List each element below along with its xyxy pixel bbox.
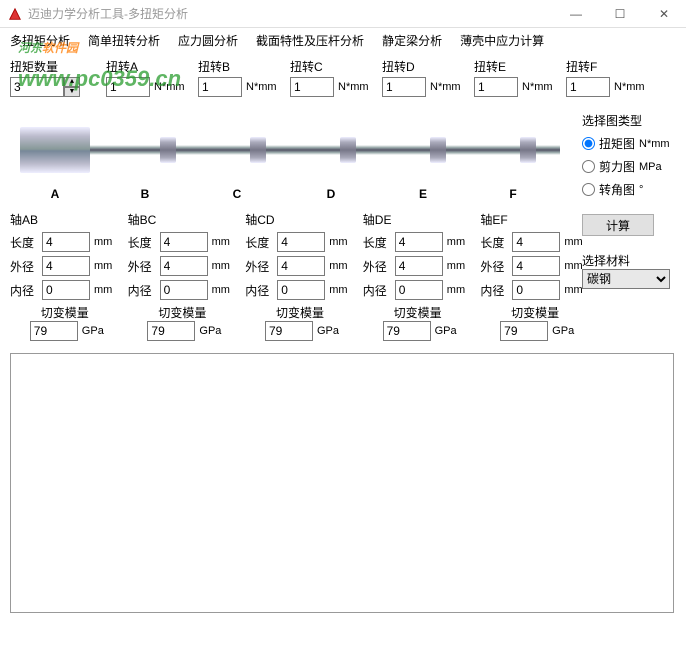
collar-icon xyxy=(340,137,356,163)
material-label: 选择材料 xyxy=(582,252,672,269)
menu-stress-circle[interactable]: 应力圆分析 xyxy=(178,32,238,49)
torque-label: 扭转A xyxy=(106,58,188,75)
segment-name: 轴DE xyxy=(363,211,473,228)
torque-label: 扭转D xyxy=(382,58,464,75)
torque-input-1[interactable] xyxy=(198,77,242,97)
torque-count-label: 扭矩数量 xyxy=(10,58,96,75)
seg-length-input[interactable] xyxy=(277,232,325,252)
segment-name: 轴EF xyxy=(480,211,590,228)
menu-static-beam[interactable]: 静定梁分析 xyxy=(382,32,442,49)
torque-label: 扭转B xyxy=(198,58,280,75)
unit-label: N*mm xyxy=(522,81,553,93)
unit-label: N*mm xyxy=(614,81,645,93)
torque-input-2[interactable] xyxy=(290,77,334,97)
minimize-button[interactable]: — xyxy=(554,0,598,28)
spin-down-icon[interactable]: ▼ xyxy=(64,87,80,97)
chart-type-option[interactable]: 剪力图 MPa xyxy=(582,158,672,175)
seg-id-input[interactable] xyxy=(277,280,325,300)
menu-thin-shell[interactable]: 薄壳中应力计算 xyxy=(460,32,544,49)
material-select[interactable]: 碳钢 xyxy=(582,269,670,289)
segment-group: 轴CD 长度mm 外径mm 内径mm 切变模量 GPa xyxy=(245,211,355,345)
material-panel: 选择材料 碳钢 xyxy=(582,252,672,289)
seg-id-input[interactable] xyxy=(160,280,208,300)
maximize-button[interactable]: ☐ xyxy=(598,0,642,28)
seg-od-input[interactable] xyxy=(42,256,90,276)
seg-shear-input[interactable] xyxy=(383,321,431,341)
chuck-icon xyxy=(20,127,90,173)
seg-id-input[interactable] xyxy=(42,280,90,300)
result-plot xyxy=(10,353,674,613)
collar-icon xyxy=(250,137,266,163)
radio-input[interactable] xyxy=(582,160,595,173)
unit-label: N*mm xyxy=(338,81,369,93)
segment-group: 轴DE 长度mm 外径mm 内径mm 切变模量 GPa xyxy=(363,211,473,345)
seg-shear-input[interactable] xyxy=(265,321,313,341)
calculate-button[interactable]: 计算 xyxy=(582,214,654,236)
collar-icon xyxy=(430,137,446,163)
shear-label: 切变模量 xyxy=(128,304,238,321)
app-icon xyxy=(8,7,22,21)
seg-length-input[interactable] xyxy=(160,232,208,252)
segment-name: 轴AB xyxy=(10,211,120,228)
shear-label: 切变模量 xyxy=(10,304,120,321)
seg-length-input[interactable] xyxy=(42,232,90,252)
seg-length-input[interactable] xyxy=(395,232,443,252)
torque-label: 扭转F xyxy=(566,58,648,75)
chart-type-option[interactable]: 转角图 ° xyxy=(582,181,672,198)
chart-type-option[interactable]: 扭矩图 N*mm xyxy=(582,135,672,152)
seg-shear-input[interactable] xyxy=(30,321,78,341)
segment-name: 轴CD xyxy=(245,211,355,228)
segment-group: 轴EF 长度mm 外径mm 内径mm 切变模量 GPa xyxy=(480,211,590,345)
spin-up-icon[interactable]: ▲ xyxy=(64,77,80,87)
chart-type-panel: 选择图类型 扭矩图 N*mm 剪力图 MPa 转角图 ° 计算 xyxy=(582,112,672,236)
titlebar: 迈迪力学分析工具-多扭矩分析 — ☐ ✕ xyxy=(0,0,686,28)
radio-input[interactable] xyxy=(582,183,595,196)
chart-type-title: 选择图类型 xyxy=(582,112,672,129)
segment-group: 轴AB 长度mm 外径mm 内径mm 切变模量 GPa xyxy=(10,211,120,345)
shaft-diagram xyxy=(10,115,570,185)
menubar: 多扭矩分析 简单扭转分析 应力圆分析 截面特性及压杆分析 静定梁分析 薄壳中应力… xyxy=(0,28,686,52)
seg-od-input[interactable] xyxy=(512,256,560,276)
shear-label: 切变模量 xyxy=(480,304,590,321)
collar-icon xyxy=(160,137,176,163)
section-letters: A B C D E F xyxy=(10,187,570,201)
unit-label: N*mm xyxy=(154,81,185,93)
torque-input-3[interactable] xyxy=(382,77,426,97)
shear-label: 切变模量 xyxy=(245,304,355,321)
unit-label: N*mm xyxy=(246,81,277,93)
radio-input[interactable] xyxy=(582,137,595,150)
segment-name: 轴BC xyxy=(128,211,238,228)
seg-length-input[interactable] xyxy=(512,232,560,252)
seg-od-input[interactable] xyxy=(395,256,443,276)
menu-simple-torsion[interactable]: 简单扭转分析 xyxy=(88,32,160,49)
seg-od-input[interactable] xyxy=(160,256,208,276)
torque-count-input[interactable] xyxy=(10,77,64,97)
seg-od-input[interactable] xyxy=(277,256,325,276)
collar-icon xyxy=(520,137,536,163)
torque-label: 扭转C xyxy=(290,58,372,75)
menu-section-column[interactable]: 截面特性及压杆分析 xyxy=(256,32,364,49)
seg-shear-input[interactable] xyxy=(147,321,195,341)
shear-label: 切变模量 xyxy=(363,304,473,321)
torque-count-group: 扭矩数量 ▲ ▼ xyxy=(10,58,96,97)
seg-id-input[interactable] xyxy=(395,280,443,300)
unit-label: N*mm xyxy=(430,81,461,93)
window-title: 迈迪力学分析工具-多扭矩分析 xyxy=(28,5,188,22)
segment-group: 轴BC 长度mm 外径mm 内径mm 切变模量 GPa xyxy=(128,211,238,345)
torque-input-5[interactable] xyxy=(566,77,610,97)
torque-input-0[interactable] xyxy=(106,77,150,97)
menu-multi-torque[interactable]: 多扭矩分析 xyxy=(10,32,70,49)
torque-label: 扭转E xyxy=(474,58,556,75)
seg-shear-input[interactable] xyxy=(500,321,548,341)
seg-id-input[interactable] xyxy=(512,280,560,300)
close-button[interactable]: ✕ xyxy=(642,0,686,28)
torque-input-4[interactable] xyxy=(474,77,518,97)
